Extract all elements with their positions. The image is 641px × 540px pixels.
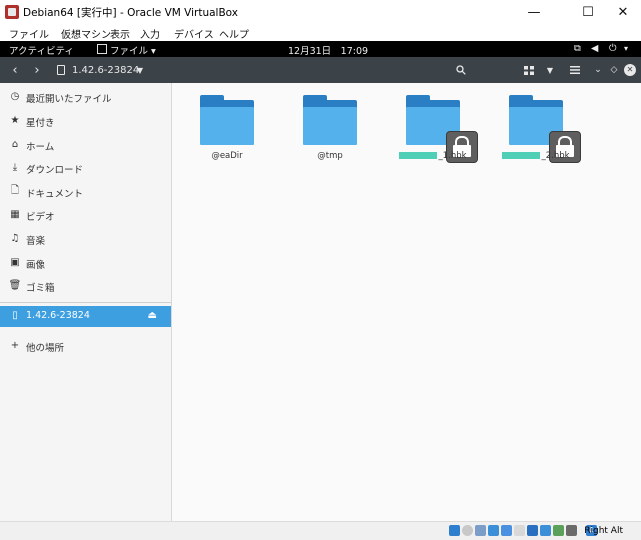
sidebar-item-trash[interactable]: 🗑 ゴミ箱 (0, 276, 171, 296)
sidebar-item-mounted-drive[interactable]: ▯ 1.42.6-23824 ⏏ (0, 306, 171, 327)
location-breadcrumb[interactable]: 1.42.6-23824 (72, 57, 139, 83)
document-icon: 🗋 (10, 184, 20, 196)
folder-icon (509, 95, 581, 163)
music-icon: ♫ (10, 232, 20, 244)
sidebar-item-label: ダウンロード (26, 165, 84, 176)
close-window-icon[interactable]: ✕ (623, 57, 637, 83)
drive-icon (55, 57, 67, 83)
picture-icon: ▣ (10, 256, 20, 268)
back-button[interactable]: ‹ (6, 57, 24, 83)
audio-icon[interactable] (475, 525, 486, 536)
video-icon: ▦ (10, 208, 20, 220)
folder-item[interactable]: @tmp (289, 83, 371, 163)
sidebar-item-label: ビデオ (26, 212, 55, 223)
sidebar-item-home[interactable]: ⌂ ホーム (0, 135, 171, 155)
display-icon[interactable] (527, 525, 538, 536)
star-icon: ★ (10, 114, 20, 126)
search-icon[interactable] (454, 57, 468, 83)
app-menu-button[interactable]: ファイル ▾ (110, 43, 156, 57)
maximize-window-icon[interactable]: ◇ (608, 57, 620, 83)
home-icon: ⌂ (11, 138, 19, 150)
harddisk-icon[interactable] (449, 525, 460, 536)
menu-file[interactable]: ファイル (9, 26, 49, 41)
sidebar-item-label: 音楽 (26, 236, 46, 247)
sidebar-item-starred[interactable]: ★ 星付き (0, 111, 171, 131)
network-icon[interactable]: ⧉ (574, 43, 581, 54)
virtualbox-app-icon (5, 5, 19, 19)
host-key-label: Right Alt (584, 526, 623, 536)
forward-button[interactable]: › (28, 57, 46, 83)
grid-view-icon[interactable] (522, 57, 536, 83)
redacted-text (502, 152, 541, 159)
optical-drive-icon[interactable] (462, 525, 473, 536)
sidebar-item-recent[interactable]: ◷ 最近開いたファイル (0, 87, 171, 107)
sidebar-item-label: ホーム (26, 142, 55, 153)
folder-icon (406, 95, 478, 163)
video-capture-icon[interactable] (540, 525, 551, 536)
window-title: Debian64 [実行中] - Oracle VM VirtualBox (23, 7, 238, 19)
sidebar-item-label: ドキュメント (26, 189, 84, 200)
close-button[interactable]: ✕ (600, 0, 641, 24)
folder-name: @eaDir (211, 151, 243, 161)
usb-icon[interactable] (501, 525, 512, 536)
mouse-integration-icon[interactable] (566, 525, 577, 536)
hamburger-menu-icon[interactable] (568, 57, 582, 83)
gnome-topbar: アクティビティ ファイル ▾ 12月31日 17:09 ⧉ ◀ ⏻ ▾ (0, 41, 641, 57)
sidebar-item-label: 画像 (26, 260, 46, 271)
clock[interactable]: 12月31日 17:09 (288, 43, 368, 57)
folder-name: _1.hbk (392, 151, 474, 161)
menu-machine[interactable]: 仮想マシン (61, 26, 111, 41)
sidebar-item-downloads[interactable]: ⤓ ダウンロード (0, 158, 171, 178)
sidebar-item-documents[interactable]: 🗋 ドキュメント (0, 182, 171, 202)
sidebar-item-other-locations[interactable]: + 他の場所 (0, 336, 171, 356)
folder-item[interactable]: @eaDir (186, 83, 268, 163)
power-icon[interactable]: ⏻ (609, 43, 617, 54)
sidebar-item-pictures[interactable]: ▣ 画像 (0, 253, 171, 273)
folder-icon (200, 95, 254, 145)
window-titlebar: Debian64 [実行中] - Oracle VM VirtualBox — … (0, 0, 641, 24)
folder-name: @tmp (317, 151, 343, 161)
files-headerbar: ‹ › 1.42.6-23824 ▼ ▼ ⌄ ◇ ✕ (0, 57, 641, 83)
files-app-icon (97, 44, 107, 54)
sidebar-item-label: 他の場所 (26, 343, 65, 354)
sidebar-item-label: 星付き (26, 118, 55, 129)
file-view: @eaDir @tmp _1.hbk _2.hbk (172, 83, 641, 521)
volume-icon[interactable]: ◀ (591, 43, 598, 54)
download-icon: ⤓ (12, 161, 18, 173)
system-menu-arrow-icon[interactable]: ▾ (624, 44, 628, 53)
menu-input[interactable]: 入力 (140, 26, 160, 41)
sidebar-item-label: 1.42.6-23824 (26, 310, 90, 321)
sidebar-separator (0, 302, 171, 303)
sidebar-item-videos[interactable]: ▦ ビデオ (0, 205, 171, 225)
sidebar-item-music[interactable]: ♫ 音楽 (0, 229, 171, 249)
vbox-statusbar: ⬇ Right Alt (0, 521, 641, 540)
device-status-icons (449, 525, 577, 536)
shared-folder-icon[interactable] (514, 525, 525, 536)
folder-name: _2.hbk (495, 151, 577, 161)
drive-icon: ▯ (12, 309, 18, 321)
minimize-window-icon[interactable]: ⌄ (592, 57, 604, 83)
sidebar-item-label: 最近開いたファイル (26, 94, 112, 105)
cpu-icon[interactable] (553, 525, 564, 536)
menu-help[interactable]: ヘルプ (219, 26, 249, 41)
redacted-text (399, 152, 438, 159)
location-menu-icon[interactable]: ▼ (134, 57, 146, 83)
view-options-icon[interactable]: ▼ (544, 57, 556, 83)
menu-devices[interactable]: デバイス (174, 26, 214, 41)
places-sidebar: ◷ 最近開いたファイル ★ 星付き ⌂ ホーム ⤓ ダウンロード 🗋 ドキュメン… (0, 83, 172, 521)
menu-view[interactable]: 表示 (110, 26, 130, 41)
trash-icon: 🗑 (8, 279, 22, 291)
minimize-button[interactable]: — (511, 0, 557, 24)
recent-icon: ◷ (10, 90, 20, 102)
folder-icon (303, 95, 357, 145)
network-adapter-icon[interactable] (488, 525, 499, 536)
vbox-menubar: ファイル 仮想マシン 表示 入力 デバイス ヘルプ (0, 24, 641, 41)
folder-item[interactable]: _1.hbk (392, 83, 478, 163)
folder-item[interactable]: _2.hbk (495, 83, 581, 163)
activities-button[interactable]: アクティビティ (9, 43, 74, 57)
plus-icon: + (10, 339, 20, 351)
sidebar-item-label: ゴミ箱 (26, 283, 55, 294)
eject-icon[interactable]: ⏏ (148, 310, 157, 321)
